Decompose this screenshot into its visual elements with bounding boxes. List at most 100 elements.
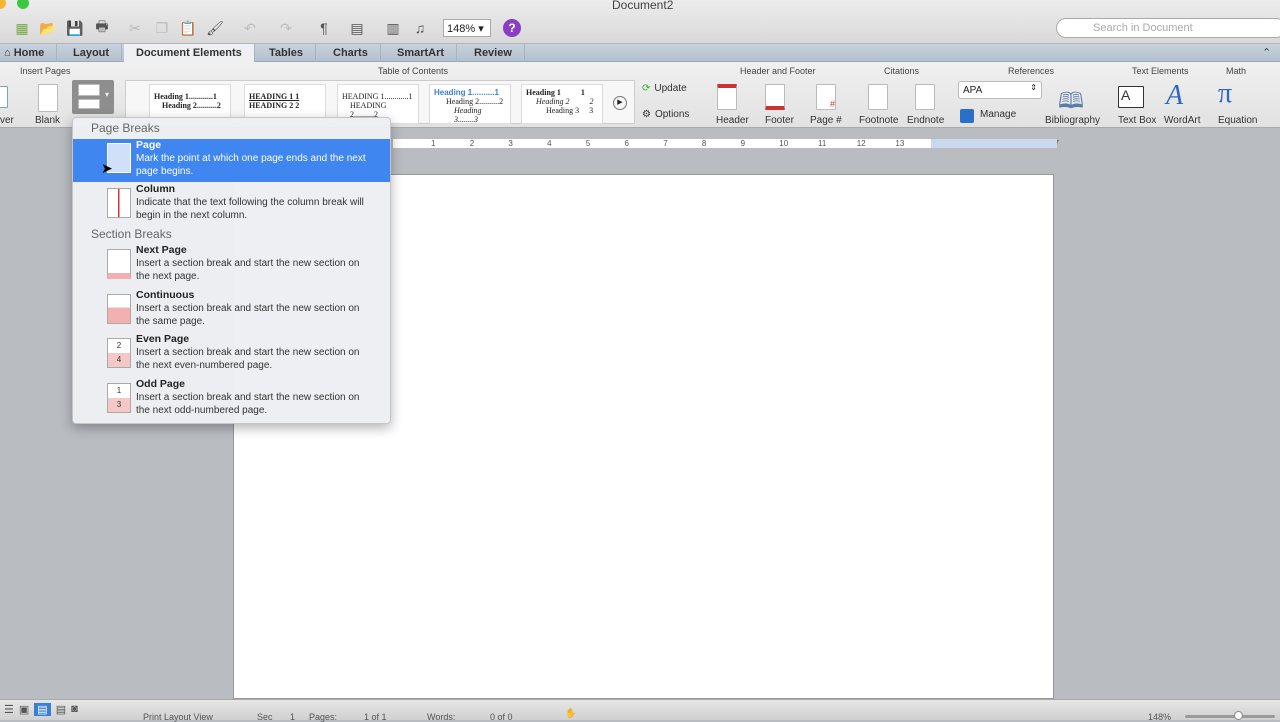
blank-page-button[interactable]: Blank [33,82,63,126]
zoom-window-button[interactable] [17,0,29,9]
toc-h2: Heading 2..........2 [162,101,221,110]
minimize-button[interactable] [0,0,6,9]
open-icon[interactable]: 📂 [38,18,58,38]
pi-icon: π [1218,78,1233,109]
bibliography-label: Bibliography [1045,115,1101,126]
notebook-view-icon[interactable]: ▣ [19,703,29,716]
view-name: Print Layout View [143,712,213,722]
update-label: Update [654,83,687,94]
item-desc: Insert a section break and start the new… [136,392,360,416]
equation-button[interactable]: π Equation [1216,78,1260,126]
toc-h1: Heading 1 1 [526,88,585,97]
text-box-label: Text Box [1118,115,1157,126]
toc-h2: Heading 2..........2 [446,97,504,106]
update-toc-button[interactable]: ⟳ Update [642,83,687,94]
print-icon[interactable]: 🖶 [92,18,112,38]
toc-h1: HEADING 1............1 [342,92,413,101]
break-button[interactable]: ▾ [72,80,114,114]
item-title: Continuous [136,289,195,301]
citation-style-select[interactable]: APA ⇕ [958,81,1042,99]
format-painter-icon[interactable]: 🖌 [205,18,225,38]
ruler-margin [931,139,1057,148]
spelling-icon[interactable]: ✋ [565,708,576,719]
tab-tables[interactable]: Tables [257,44,317,62]
ruler-tick: 7 [663,139,668,148]
window-title: Document2 [612,0,674,12]
view-icon[interactable]: ▥ [383,18,403,38]
ruler-tick: 6 [624,139,629,148]
ruler-tick: 3 [508,139,513,148]
ruler-tick: 13 [895,139,905,148]
text-box-button[interactable]: A Text Box [1116,82,1160,126]
ribbon-tabs: ⌂ Home Layout Document Elements Tables C… [0,44,1280,62]
gallery-icon[interactable]: ▦ [12,18,32,38]
cover-button[interactable]: ver [0,82,16,126]
endnote-button[interactable]: Endnote [905,82,947,126]
status-bar: ☰ ▣ ▤ ▤ ◙ Print Layout View Sec 1 Pages: 1 o… [0,699,1280,722]
bibliography-button[interactable]: 🕮 Bibliography [1044,82,1104,126]
tab-layout[interactable]: Layout [61,44,123,62]
title-bar: Document2 ▦ 📂 💾 🖶 ✂ ❐ 📋 🖌 ↶ ↷ ¶ ▤ ▥ ♫ 14… [0,0,1280,44]
header-button[interactable]: Header [714,82,752,126]
ruler-tick: 4 [547,139,552,148]
menu-item-continuous[interactable]: Continuous Insert a section break and sta… [73,289,390,333]
page-breaks-heading: Page Breaks [91,121,160,135]
sec-value: 1 [290,712,296,722]
citation-style-value: APA [963,85,983,96]
undo-icon[interactable]: ↶ [240,18,260,38]
menu-item-page[interactable]: Page Mark the point at which one page end… [73,139,390,182]
menu-item-even-page[interactable]: 2 4 Even Page Insert a section break and st… [73,333,390,377]
tab-smartart[interactable]: SmartArt [385,44,458,62]
menu-item-next-page[interactable]: Next Page Insert a section break and star… [73,244,390,288]
toc-h1: Heading 1............1 [154,92,217,101]
paste-icon[interactable]: 📋 [178,18,198,38]
toc-h3: Heading 3 3 [546,106,594,115]
sec-label: Sec [257,712,273,722]
gallery-next-icon[interactable]: ▶ [613,96,627,110]
manage-sources-button[interactable]: Manage [960,109,1016,123]
zoom-select[interactable]: 148% ▾ [443,19,491,37]
help-button[interactable]: ? [503,19,521,37]
copy-icon[interactable]: ❐ [152,18,172,38]
search-input[interactable]: Search in Document [1056,18,1280,38]
zoom-slider-thumb[interactable] [1234,711,1243,720]
menu-item-odd-page[interactable]: 1 3 Odd Page Insert a section break and sta… [73,378,390,422]
tab-review[interactable]: Review [462,44,525,62]
toc-h3: Heading 3........3 [454,106,482,124]
tab-document-elements[interactable]: Document Elements [124,44,255,62]
redo-icon[interactable]: ↷ [276,18,296,38]
zoom-level: 148% [1148,712,1172,722]
item-title: Column [136,183,176,195]
show-formatting-button[interactable]: ¶ [314,18,334,38]
page-number-button[interactable]: # Page # [808,82,844,126]
outline-view-icon[interactable]: ☰ [4,703,14,716]
save-icon[interactable]: 💾 [65,18,85,38]
group-toc: Table of Contents [378,66,449,76]
tab-charts[interactable]: Charts [321,44,381,62]
cut-icon[interactable]: ✂ [125,18,145,38]
wordart-button[interactable]: A WordArt [1164,80,1208,126]
ruler[interactable]: 1234567891011121314151617 [392,138,1059,149]
section-breaks-heading: Section Breaks [91,227,172,241]
ruler-tick: 5 [585,139,591,148]
footer-button[interactable]: Footer [762,82,800,126]
break-menu: Page Breaks Page Mark the point at which … [72,117,391,424]
footnote-button[interactable]: Footnote [858,82,900,126]
fullscreen-view-icon[interactable]: ◙ [71,703,78,716]
media-browser-icon[interactable]: ♫ [410,18,430,38]
tab-home[interactable]: ⌂ Home [0,44,58,62]
item-desc: Insert a section break and start the new… [136,347,360,371]
draft-view-icon[interactable]: ▤ [56,703,66,716]
collapse-ribbon-icon[interactable]: ⌃ [1262,46,1271,59]
toc-options-button[interactable]: ⚙ Options [642,109,689,120]
zoom-slider[interactable] [1185,711,1275,720]
menu-item-column[interactable]: Column Indicate that the text following t… [73,183,390,227]
item-title: Even Page [136,333,190,345]
pages-label: Pages: [309,712,338,722]
print-layout-view-icon[interactable]: ▤ [34,703,51,716]
toc-h2: HEADING 2 2 [249,101,300,110]
sidebar-icon[interactable]: ▤ [347,18,367,38]
blank-label: Blank [35,115,61,126]
toc-style-4[interactable]: Heading 1..........1 Heading 2..........2… [429,84,511,124]
toc-style-5[interactable]: Heading 1 1 Heading 2 2 Heading 3 3 [521,84,603,124]
